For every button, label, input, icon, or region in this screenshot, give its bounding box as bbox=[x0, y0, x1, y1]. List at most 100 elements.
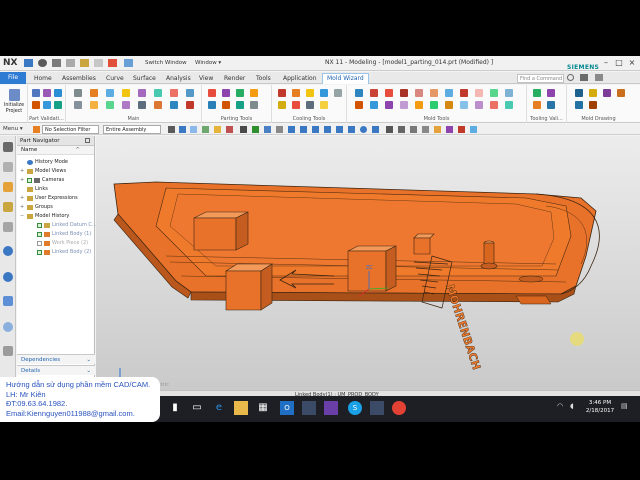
deselect-icon[interactable] bbox=[190, 126, 197, 133]
mold-shrink-icon[interactable] bbox=[90, 89, 98, 97]
parting-line-icon[interactable] bbox=[222, 89, 230, 97]
web-browser-icon[interactable] bbox=[3, 246, 13, 256]
mold-base-icon[interactable] bbox=[138, 89, 146, 97]
cooling-fitting-icon[interactable] bbox=[278, 101, 286, 109]
system-materials-icon[interactable] bbox=[3, 296, 13, 306]
layer-icon[interactable] bbox=[470, 126, 477, 133]
sub-insert-icon[interactable] bbox=[74, 101, 82, 109]
quadrant-icon[interactable] bbox=[324, 126, 331, 133]
microphone-icon[interactable]: ▮ bbox=[168, 401, 182, 415]
pin-icon[interactable] bbox=[85, 138, 90, 143]
system-clock[interactable]: 3:46 PM 2/18/2017 bbox=[585, 399, 615, 415]
pan-icon[interactable] bbox=[410, 126, 417, 133]
menu-button[interactable]: Menu ▾ bbox=[3, 126, 23, 132]
assembly-drawing-icon[interactable] bbox=[575, 89, 583, 97]
parting-navigator-icon[interactable] bbox=[236, 101, 244, 109]
initialize-project-icon[interactable] bbox=[9, 89, 20, 101]
help-icon[interactable] bbox=[580, 74, 588, 81]
adjust-channel-icon[interactable] bbox=[334, 89, 342, 97]
end-point-icon[interactable] bbox=[264, 126, 271, 133]
select-all-icon[interactable] bbox=[179, 126, 186, 133]
selection-filter-dropdown[interactable]: No Selection Filter bbox=[42, 125, 99, 134]
tab-mold-wizard[interactable]: Mold Wizard bbox=[322, 73, 369, 84]
pocket-icon[interactable] bbox=[122, 101, 130, 109]
part-validation-icon[interactable] bbox=[32, 89, 40, 97]
outlook-icon[interactable]: O bbox=[280, 401, 294, 415]
expand-icon[interactable]: + bbox=[20, 194, 25, 203]
mold-part-model[interactable]: MOHRENBACH ZC bbox=[96, 136, 640, 396]
nx-taskbar-icon[interactable] bbox=[302, 401, 316, 415]
subtract-icon[interactable] bbox=[475, 101, 483, 109]
plug-icon[interactable] bbox=[320, 101, 328, 109]
redo-icon[interactable] bbox=[52, 59, 61, 67]
visibility-checkbox[interactable] bbox=[37, 241, 42, 246]
bounded-grid-icon[interactable] bbox=[372, 126, 379, 133]
snap-point-icon[interactable] bbox=[252, 126, 259, 133]
mold-drawing-more-icon[interactable] bbox=[617, 89, 625, 97]
chrome-icon[interactable] bbox=[392, 401, 406, 415]
undo-icon[interactable] bbox=[38, 59, 47, 67]
control-point-icon[interactable] bbox=[288, 126, 295, 133]
parting-surface-icon[interactable] bbox=[236, 89, 244, 97]
initialize-project-label[interactable]: Initialize Project bbox=[1, 103, 27, 114]
nav-node-model-views[interactable]: + Model Views bbox=[17, 167, 94, 176]
mold-assembly-icon[interactable] bbox=[430, 101, 438, 109]
mid-point-icon[interactable] bbox=[276, 126, 283, 133]
skype-icon[interactable]: S bbox=[348, 401, 362, 415]
tab-analysis[interactable]: Analysis bbox=[166, 74, 191, 84]
component-drawing-icon[interactable] bbox=[589, 89, 597, 97]
settings-tab-icon[interactable] bbox=[3, 142, 13, 152]
hole-table-icon[interactable] bbox=[603, 89, 611, 97]
zoom-icon[interactable] bbox=[398, 126, 405, 133]
file-explorer-icon[interactable] bbox=[234, 401, 248, 415]
roles-icon[interactable] bbox=[3, 346, 13, 356]
layout-icon[interactable] bbox=[54, 101, 62, 109]
existing-point-icon[interactable] bbox=[336, 126, 343, 133]
search-icon[interactable] bbox=[567, 74, 574, 81]
cavity-layout-icon[interactable] bbox=[122, 89, 130, 97]
arc-center-icon[interactable] bbox=[312, 126, 319, 133]
cut-icon[interactable] bbox=[66, 59, 75, 67]
settings-icon[interactable] bbox=[595, 74, 603, 81]
nav-node-linked-body-2[interactable]: Linked Body (2) bbox=[17, 248, 94, 257]
unite-icon[interactable] bbox=[460, 101, 468, 109]
create-box-icon[interactable] bbox=[355, 89, 363, 97]
curve-rule-icon[interactable] bbox=[240, 126, 247, 133]
notifications-icon[interactable]: ▤ bbox=[621, 402, 628, 410]
enlarge-surface-icon[interactable] bbox=[460, 89, 468, 97]
visibility-checkbox[interactable] bbox=[27, 178, 32, 183]
swap-model-icon[interactable] bbox=[250, 101, 258, 109]
tab-view[interactable]: View bbox=[199, 74, 213, 84]
extend-channel-icon[interactable] bbox=[320, 89, 328, 97]
edge-patch-icon[interactable] bbox=[400, 89, 408, 97]
clip-section-icon[interactable] bbox=[446, 126, 453, 133]
define-region-icon[interactable] bbox=[208, 89, 216, 97]
tab-assemblies[interactable]: Assemblies bbox=[62, 74, 96, 84]
details-section[interactable]: Details ⌄ bbox=[17, 365, 95, 375]
collapse-icon[interactable]: − bbox=[20, 212, 25, 221]
video-icon[interactable] bbox=[324, 401, 338, 415]
graphics-viewport[interactable]: MOHRENBACH ZC bbox=[96, 136, 640, 396]
nav-node-history-mode[interactable]: History Mode bbox=[17, 158, 94, 167]
face-select-icon[interactable] bbox=[214, 126, 221, 133]
mold-csys-icon[interactable] bbox=[74, 89, 82, 97]
split-solid-icon[interactable] bbox=[370, 89, 378, 97]
replace-solid-icon[interactable] bbox=[505, 89, 513, 97]
delete-icon[interactable] bbox=[108, 59, 117, 67]
nav-node-user-expressions[interactable]: + User Expressions bbox=[17, 194, 94, 203]
expand-icon[interactable]: + bbox=[20, 167, 25, 176]
paste-icon[interactable] bbox=[94, 59, 103, 67]
edge-browser-icon[interactable]: e bbox=[212, 401, 226, 415]
intersection-icon[interactable] bbox=[300, 126, 307, 133]
baffle-icon[interactable] bbox=[292, 101, 300, 109]
tab-tools[interactable]: Tools bbox=[256, 74, 271, 84]
minimize-button[interactable]: – bbox=[601, 58, 611, 68]
select-icon[interactable] bbox=[33, 126, 40, 133]
mold-design-validation-icon[interactable] bbox=[445, 101, 453, 109]
expand-icon[interactable]: + bbox=[20, 203, 25, 212]
wave-control-icon[interactable] bbox=[385, 101, 393, 109]
feature-select-icon[interactable] bbox=[202, 126, 209, 133]
solid-patch-icon[interactable] bbox=[385, 89, 393, 97]
show-hide-icon[interactable] bbox=[458, 126, 465, 133]
assembly-navigator-icon[interactable] bbox=[3, 162, 13, 172]
